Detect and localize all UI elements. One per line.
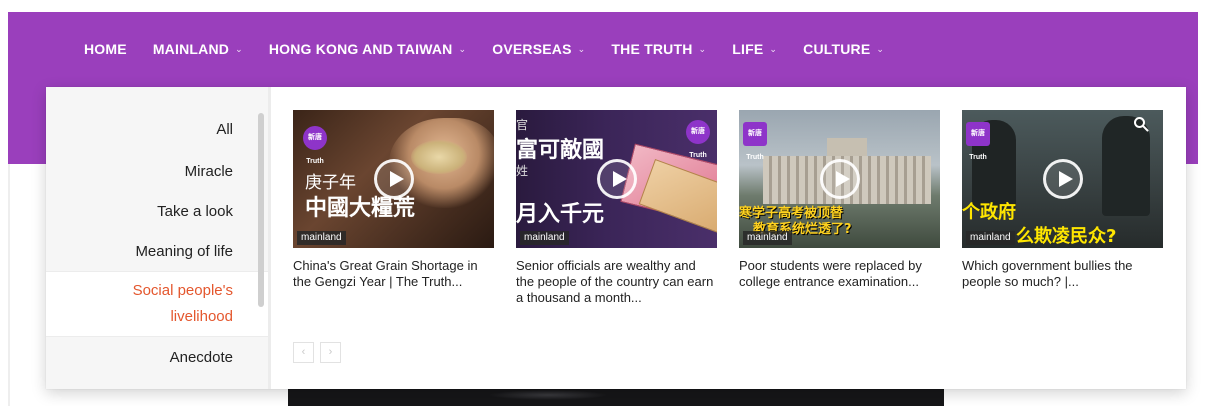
nav-item-mainland[interactable]: MAINLAND ⌄ [153,41,243,57]
category-label: Anecdote [169,349,233,366]
article-title[interactable]: Which government bullies the people so m… [962,258,1160,290]
article-card[interactable]: 新唐 Truth 寒学子高考被顶替 教育系统烂透了? mainland Poor… [739,110,940,290]
category-item-take-a-look[interactable]: Take a look [46,199,271,225]
background-video-preview [288,386,944,406]
nav-item-life[interactable]: LIFE ⌄ [732,41,777,57]
category-tag[interactable]: mainland [520,231,569,245]
article-card[interactable]: 新唐 Truth 庚子年 中國大糧荒 mainland China's Grea… [293,110,494,290]
next-page-button[interactable]: › [320,342,341,363]
play-icon[interactable] [373,159,414,199]
channel-logo-icon: 新唐 Truth [966,122,990,161]
article-thumbnail[interactable]: 新唐 Truth 官 富可敵國 姓 月入千元 mainland [516,110,717,248]
category-tag[interactable]: mainland [743,231,792,245]
category-label: Take a look [157,203,233,220]
thumbnail-headline: 月入千元 [516,202,605,227]
article-card[interactable]: 新唐 Truth 官 富可敵國 姓 月入千元 mainland Senior o… [516,110,717,306]
nav-item-hong-kong-and-taiwan[interactable]: HONG KONG AND TAIWAN ⌄ [269,41,466,57]
article-title[interactable]: China's Great Grain Shortage in the Geng… [293,258,491,290]
page: HOME MAINLAND ⌄ HONG KONG AND TAIWAN ⌄ O… [0,0,1206,406]
article-thumbnail[interactable]: 新唐 Truth 庚子年 中國大糧荒 mainland [293,110,494,248]
search-icon[interactable] [1133,116,1149,132]
nav-item-the-truth[interactable]: THE TRUTH ⌄ [611,41,706,57]
play-icon[interactable] [819,159,860,199]
thumbnail-headline: 么欺凌民众? [1016,226,1117,247]
thumbnail-caption: 官 [516,118,529,132]
chevron-down-icon: ⌄ [876,43,885,54]
category-label-line-2: livelihood [170,308,233,325]
chevron-down-icon: ⌄ [235,43,243,54]
grain-image [411,140,467,174]
pagination: ‹ › [293,342,347,363]
channel-logo-icon: 新唐 Truth [686,120,710,159]
nav-menu: HOME MAINLAND ⌄ HONG KONG AND TAIWAN ⌄ O… [84,39,910,59]
nav-item-home[interactable]: HOME [84,41,127,57]
thumbnail-headline: 富可敵國 [516,138,605,163]
thumbnail-caption: 姓 [516,164,529,178]
play-icon[interactable] [1042,159,1083,199]
nav-item-culture[interactable]: CULTURE ⌄ [803,41,884,57]
category-label: Miracle [184,163,233,180]
category-scrollbar[interactable] [258,113,264,307]
chevron-down-icon: ⌄ [769,43,778,54]
channel-logo-icon: 新唐 Truth [303,126,327,165]
category-label: All [216,121,233,138]
category-item-miracle[interactable]: Miracle [46,159,271,185]
category-item-social-peoples-livelihood[interactable]: Social people's livelihood [46,271,271,337]
prev-page-button[interactable]: ‹ [293,342,314,363]
channel-logo-icon: 新唐 Truth [743,122,767,161]
play-icon[interactable] [596,159,637,199]
chevron-down-icon: ⌄ [458,43,467,54]
chevron-down-icon: ⌄ [698,43,707,54]
nav-item-label: CULTURE [803,41,871,57]
nav-item-label: HOME [84,41,127,57]
nav-item-label: LIFE [732,41,764,57]
article-thumbnail[interactable]: 新唐 Truth 个政府 么欺凌民众? mainland [962,110,1163,248]
mega-menu-dropdown: All Miracle Take a look Meaning of life … [46,87,1186,389]
article-title[interactable]: Senior officials are wealthy and the peo… [516,258,714,306]
category-label: Social people's [132,282,233,299]
chevron-down-icon: ⌄ [577,43,586,54]
nav-item-label: THE TRUTH [611,41,693,57]
category-list: All Miracle Take a look Meaning of life … [46,87,271,389]
category-tag[interactable]: mainland [297,231,346,245]
article-title[interactable]: Poor students were replaced by college e… [739,258,937,290]
thumbnail-headline: 个政府 [962,202,1016,223]
category-item-all[interactable]: All [46,117,271,143]
nav-item-label: MAINLAND [152,41,230,57]
category-panel-divider [268,87,271,389]
category-tag[interactable]: mainland [966,231,1015,245]
nav-item-label: OVERSEAS [492,41,572,57]
article-thumbnail[interactable]: 新唐 Truth 寒学子高考被顶替 教育系统烂透了? mainland [739,110,940,248]
category-item-meaning-of-life[interactable]: Meaning of life [46,239,271,265]
category-item-anecdote[interactable]: Anecdote [46,345,271,371]
article-card[interactable]: 新唐 Truth 个政府 么欺凌民众? mainland Which gover… [962,110,1163,290]
category-label: Meaning of life [135,243,233,260]
content-divider [8,164,10,406]
nav-item-label: HONG KONG AND TAIWAN [268,41,453,57]
nav-item-overseas[interactable]: OVERSEAS ⌄ [492,41,585,57]
